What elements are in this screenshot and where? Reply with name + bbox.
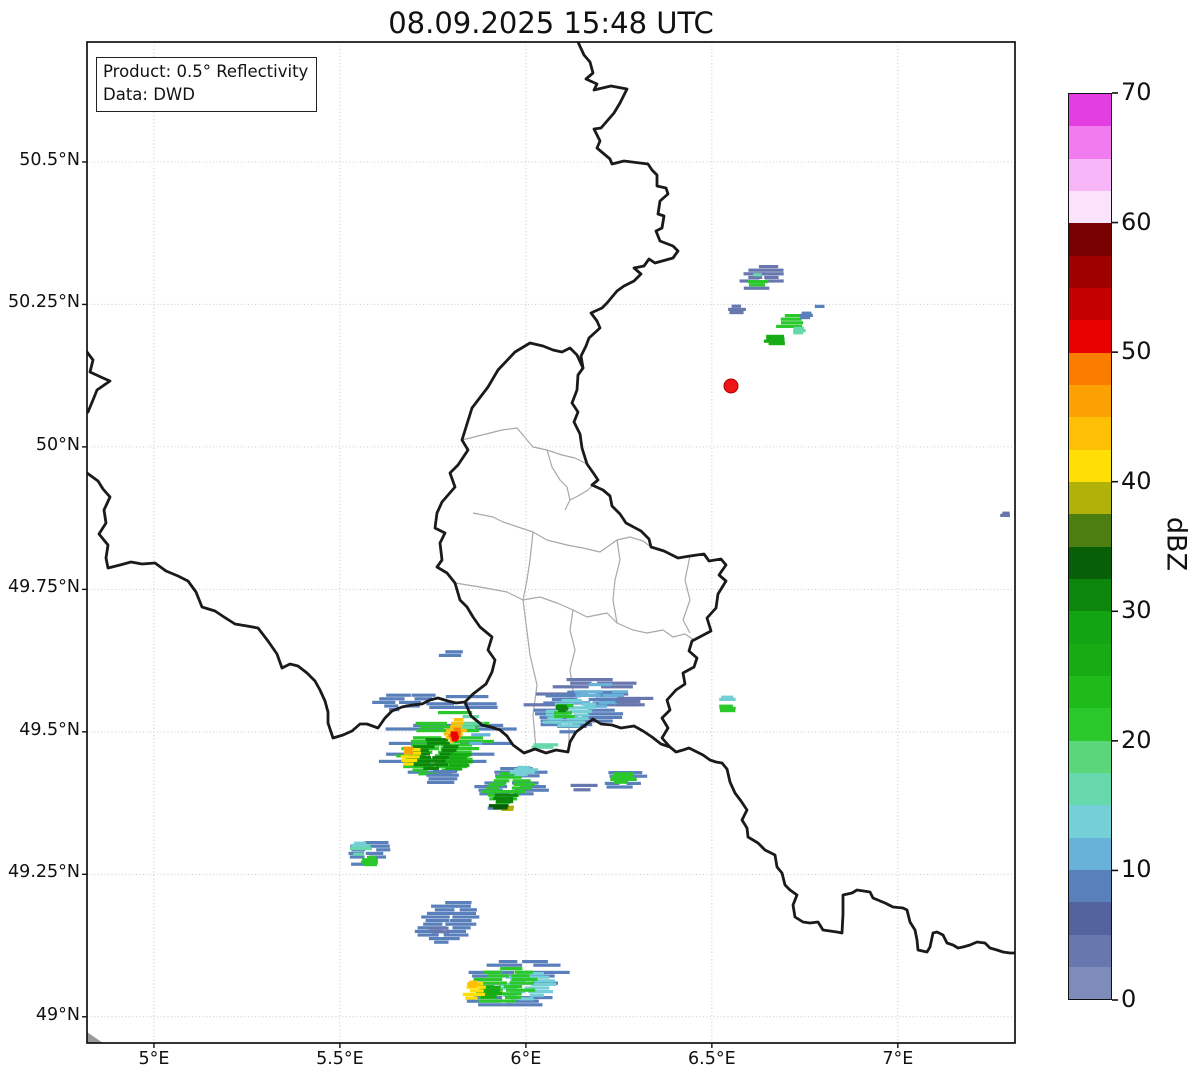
y-tick-label-3: 49.75°N bbox=[8, 577, 80, 598]
colorbar-band bbox=[1069, 546, 1111, 579]
colorbar-band bbox=[1069, 643, 1111, 676]
colorbar-band bbox=[1069, 481, 1111, 515]
x-tick-label-1: 5.5°E bbox=[316, 1049, 364, 1069]
x-tick-label-2: 6°E bbox=[510, 1049, 542, 1069]
colorbar-title: dBZ bbox=[1160, 516, 1192, 572]
colorbar-band bbox=[1069, 772, 1111, 806]
gridlines bbox=[87, 42, 1015, 1043]
colorbar-tick-label-60: 60 bbox=[1121, 207, 1152, 236]
colorbar-band bbox=[1069, 94, 1111, 127]
colorbar-tick-label-70: 70 bbox=[1121, 78, 1152, 106]
x-tick-label-0: 5°E bbox=[138, 1049, 170, 1069]
colorbar-tick-label-10: 10 bbox=[1121, 855, 1152, 884]
colorbar-band bbox=[1069, 417, 1111, 450]
colorbar-tick-label-50: 50 bbox=[1121, 337, 1152, 366]
colorbar-band bbox=[1069, 320, 1111, 353]
map-frame bbox=[86, 41, 1016, 1044]
axis-ticks bbox=[82, 161, 899, 1048]
radar-figure: 08.09.2025 15:48 UTC Product: 0.5° Refle… bbox=[0, 0, 1202, 1081]
colorbar-band bbox=[1069, 837, 1111, 870]
colorbar-band bbox=[1069, 740, 1111, 773]
map-plot bbox=[82, 41, 1118, 1048]
colorbar bbox=[1068, 93, 1112, 1000]
colorbar-tick-label-30: 30 bbox=[1121, 596, 1152, 625]
x-tick-label-4: 7°E bbox=[882, 1049, 914, 1069]
colorbar-tick-label-40: 40 bbox=[1121, 466, 1152, 495]
colorbar-band bbox=[1069, 449, 1111, 482]
colorbar-band bbox=[1069, 675, 1111, 709]
colorbar-band bbox=[1069, 255, 1111, 288]
colorbar-band bbox=[1069, 934, 1111, 967]
colorbar-band bbox=[1069, 708, 1111, 741]
colorbar-tick-label-0: 0 bbox=[1121, 985, 1137, 1013]
data-source-line: Data: DWD bbox=[103, 85, 195, 105]
colorbar-band bbox=[1069, 805, 1111, 838]
colorbar-band bbox=[1069, 158, 1111, 191]
y-tick-label-2: 50°N bbox=[35, 434, 80, 455]
y-tick-label-1: 50.25°N bbox=[8, 292, 80, 313]
colorbar-band bbox=[1069, 223, 1111, 256]
colorbar-band bbox=[1069, 611, 1111, 644]
country-borders bbox=[87, 42, 1015, 955]
colorbar-band bbox=[1069, 287, 1111, 321]
y-tick-label-4: 49.5°N bbox=[19, 719, 80, 740]
corner-land-patch bbox=[87, 1032, 103, 1043]
y-tick-label-5: 49.25°N bbox=[8, 862, 80, 883]
x-tick-label-3: 6.5°E bbox=[688, 1049, 736, 1069]
y-tick-label-0: 50.5°N bbox=[19, 149, 80, 170]
colorbar-band bbox=[1069, 869, 1111, 903]
colorbar-band bbox=[1069, 384, 1111, 418]
colorbar-band bbox=[1069, 578, 1111, 612]
colorbar-band bbox=[1069, 190, 1111, 224]
radar-site-marker bbox=[723, 378, 739, 394]
product-info-box: Product: 0.5° Reflectivity Data: DWD bbox=[96, 57, 318, 112]
colorbar-band bbox=[1069, 352, 1111, 385]
y-tick-label-6: 49°N bbox=[35, 1004, 80, 1025]
colorbar-band bbox=[1069, 126, 1111, 159]
colorbar-tick-label-20: 20 bbox=[1121, 725, 1152, 754]
product-line: Product: 0.5° Reflectivity bbox=[103, 62, 309, 81]
colorbar-band bbox=[1069, 902, 1111, 935]
colorbar-band bbox=[1069, 966, 1111, 1000]
colorbar-band bbox=[1069, 514, 1111, 547]
